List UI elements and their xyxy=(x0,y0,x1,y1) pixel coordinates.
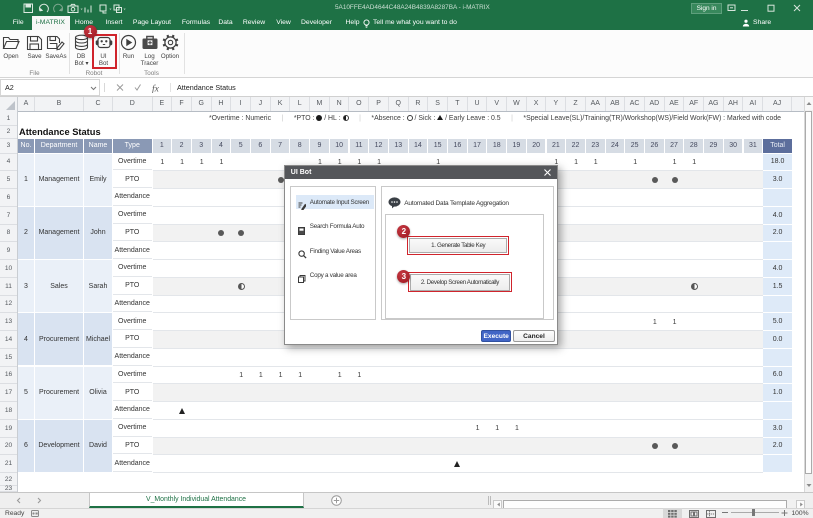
svg-text:fx: fx xyxy=(152,84,160,94)
